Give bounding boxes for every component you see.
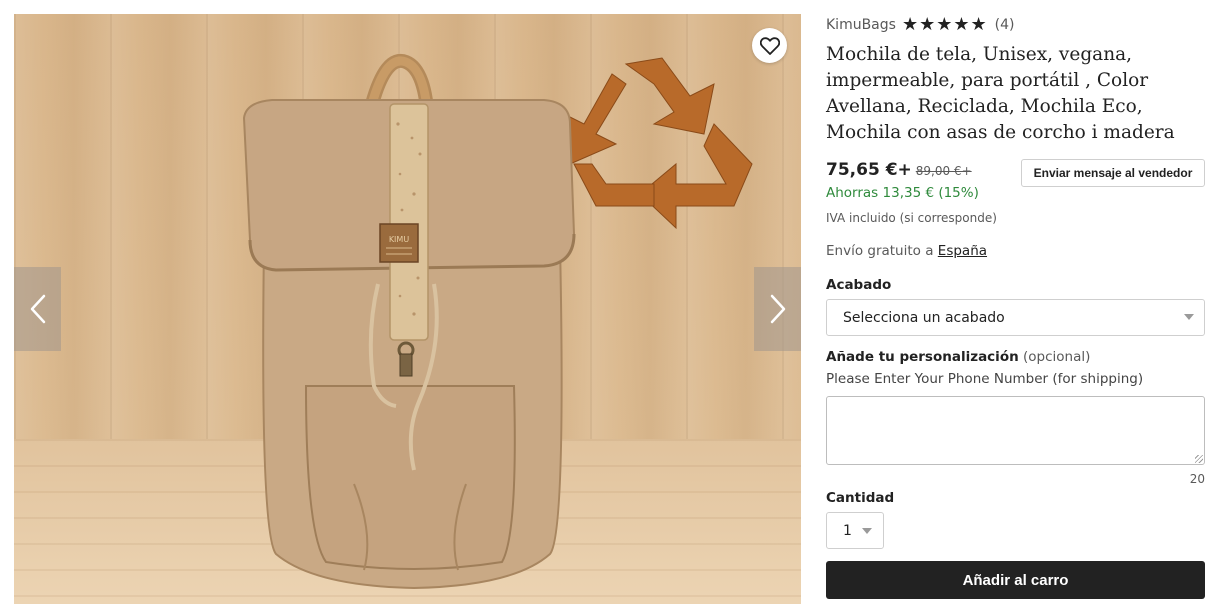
shipping-country-link[interactable]: España (938, 243, 987, 259)
resize-grip-icon[interactable] (1195, 455, 1203, 463)
next-image-button[interactable] (754, 267, 801, 351)
caret-down-icon (1184, 314, 1194, 320)
backpack-illustration: KIMU (242, 53, 753, 590)
review-count[interactable]: (4) (995, 17, 1015, 33)
original-price: 89,00 €+ (915, 164, 972, 178)
star-icon: ★ (901, 14, 919, 35)
recycle-symbol (563, 57, 753, 230)
personalization-label-row: Añade tu personalización (opcional) (826, 349, 1090, 365)
heart-icon (759, 36, 780, 55)
price-row: 75,65 €+ 89,00 €+ (826, 160, 972, 180)
finish-select-value: Selecciona un acabado (843, 309, 1005, 326)
personalization-label: Añade tu personalización (826, 349, 1019, 365)
tax-note: IVA incluido (si corresponde) (826, 211, 997, 225)
quantity-select[interactable]: 1 (826, 512, 884, 549)
chevron-right-icon (770, 294, 785, 324)
finish-label: Acabado (826, 277, 892, 293)
finish-select[interactable]: Selecciona un acabado (826, 299, 1205, 336)
personalization-textarea[interactable] (826, 396, 1205, 465)
personalization-optional: (opcional) (1023, 349, 1091, 365)
shop-name-link[interactable]: KimuBags (826, 17, 896, 33)
chevron-left-icon (30, 294, 45, 324)
shipping-prefix: Envío gratuito a (826, 243, 934, 259)
previous-image-button[interactable] (14, 267, 61, 351)
quantity-label: Cantidad (826, 490, 895, 506)
rating-stars[interactable]: ★ ★ ★ ★ ★ (902, 16, 987, 34)
savings-text: Ahorras 13,35 € (15%) (826, 185, 979, 201)
star-icon: ★ (936, 14, 953, 35)
product-image[interactable]: KIMU (14, 14, 801, 604)
message-seller-button[interactable]: Enviar mensaje al vendedor (1021, 159, 1205, 187)
current-price: 75,65 €+ (826, 160, 912, 180)
star-icon: ★ (970, 14, 987, 35)
star-icon: ★ (953, 14, 970, 35)
quantity-select-value: 1 (843, 522, 852, 539)
brand-tag-text: KIMU (389, 235, 410, 244)
personalization-hint: Please Enter Your Phone Number (for ship… (826, 371, 1144, 387)
favorite-button[interactable] (752, 28, 787, 63)
character-counter: 20 (1189, 472, 1205, 486)
shop-rating-row: KimuBags ★ ★ ★ ★ ★ (4) (826, 14, 1015, 36)
caret-down-icon (862, 528, 872, 534)
add-to-cart-button[interactable]: Añadir al carro (826, 561, 1205, 599)
product-title: Mochila de tela, Unisex, vegana, imperme… (826, 44, 1175, 143)
shipping-info: Envío gratuito a España (826, 243, 987, 259)
star-icon: ★ (919, 14, 936, 35)
